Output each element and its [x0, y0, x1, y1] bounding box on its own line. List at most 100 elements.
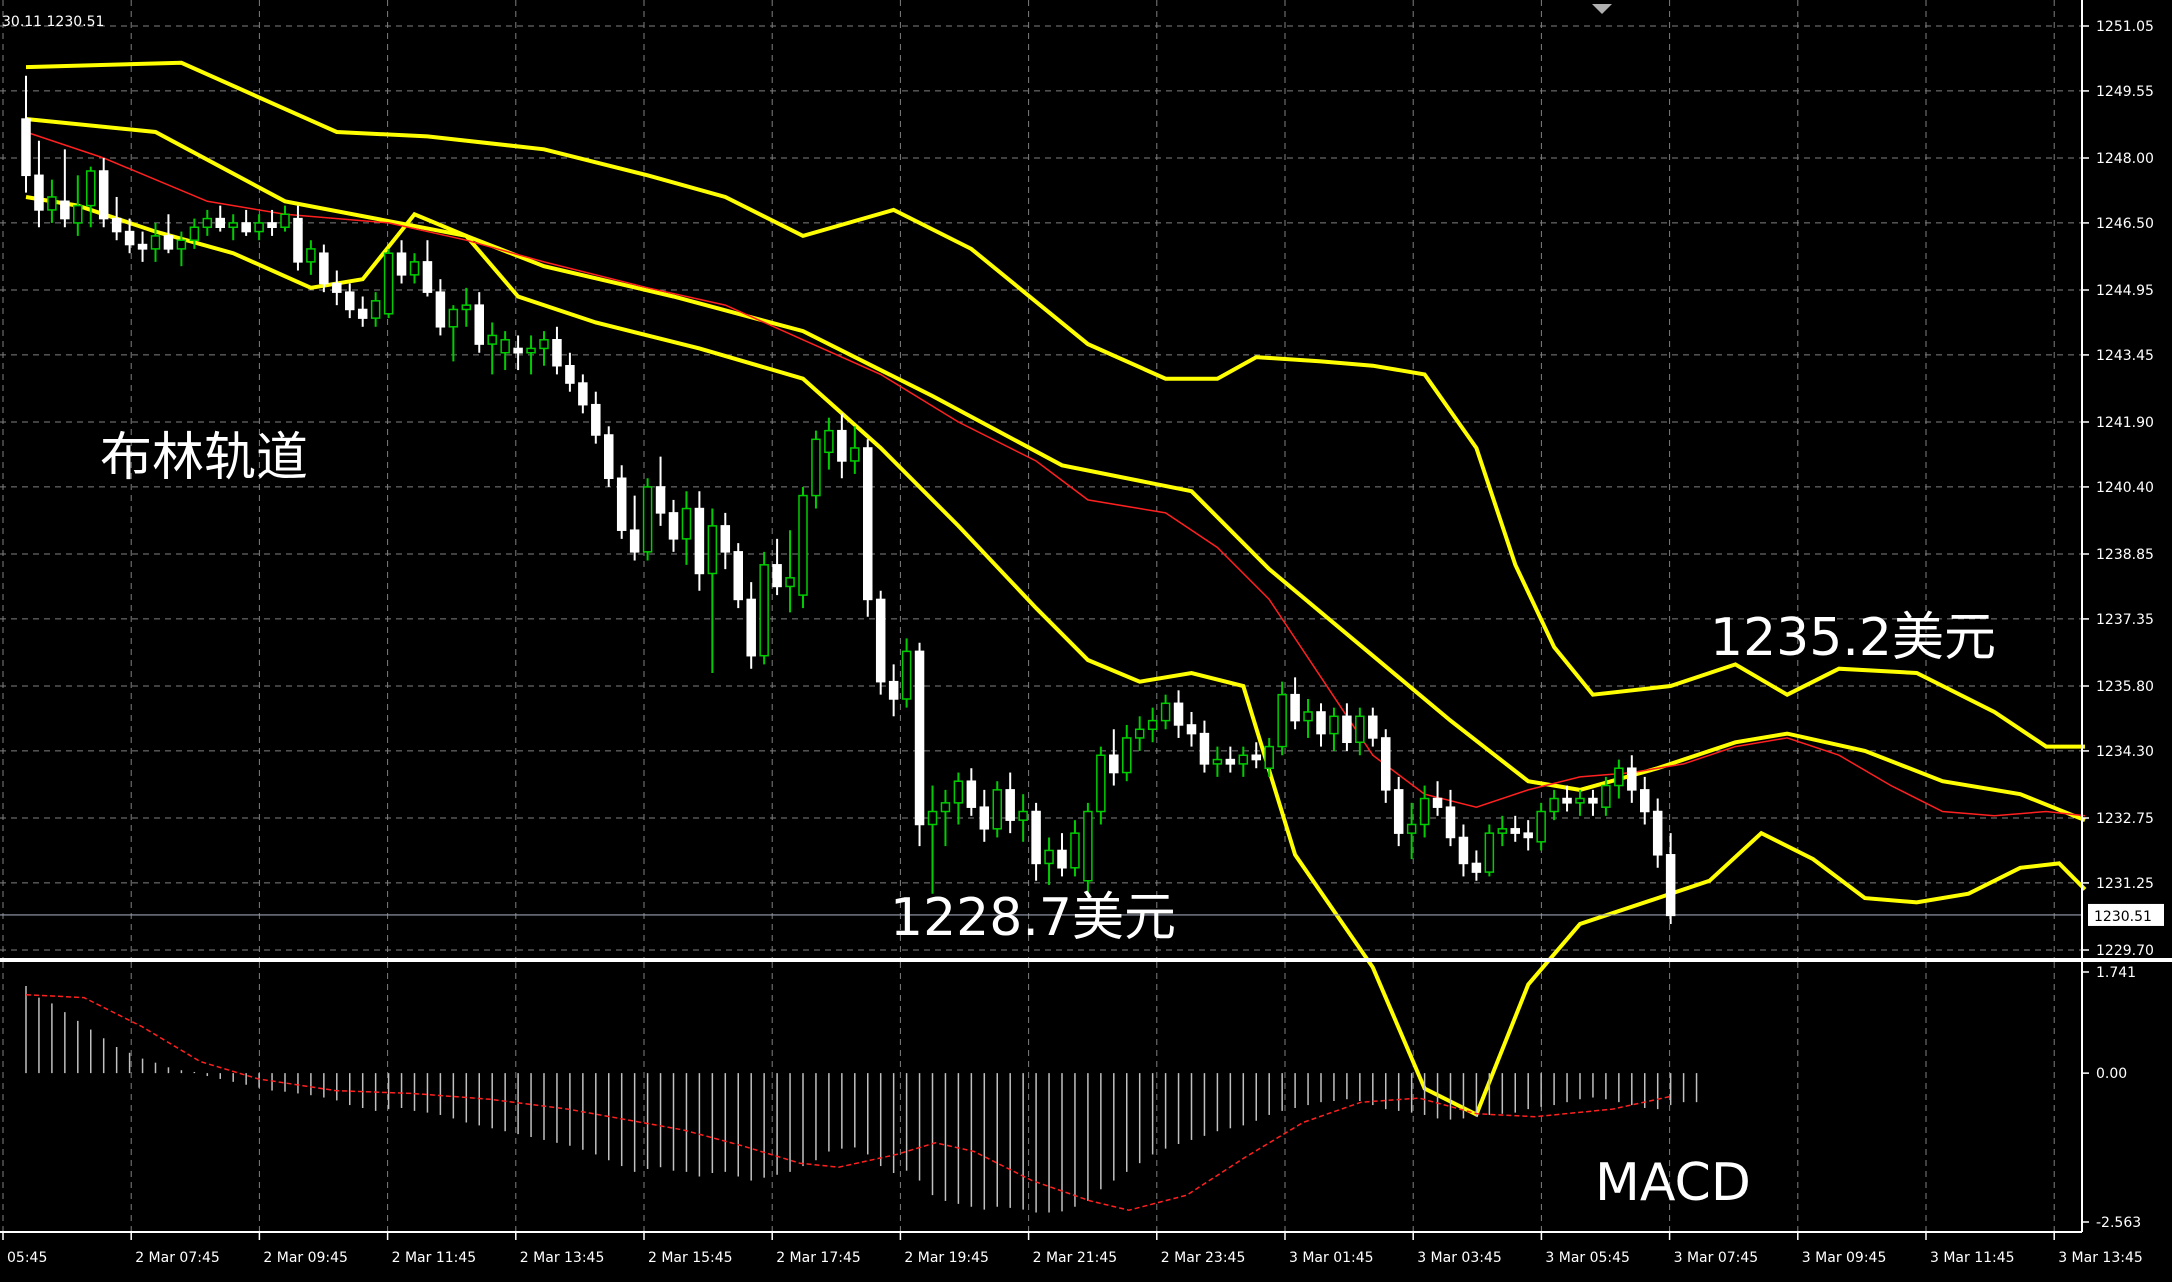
candle-body-35: [474, 304, 484, 345]
price-tick-0: 1251.05: [2096, 19, 2154, 35]
candle-body-44: [591, 403, 601, 436]
price-tick-13: 1231.25: [2096, 876, 2154, 892]
candle-body-58: [772, 564, 782, 588]
candle-body-0: [21, 118, 31, 177]
candle-body-57: [759, 564, 769, 657]
candle-body-42: [565, 364, 575, 384]
candle-body-118: [1549, 797, 1559, 813]
time-tick-11: 3 Mar 03:45: [1417, 1250, 1502, 1266]
candle-body-100: [1316, 711, 1326, 735]
candle-body-27: [370, 300, 381, 319]
candle-body-71: [940, 802, 951, 813]
candle-body-32: [435, 291, 446, 328]
candle-body-90: [1186, 724, 1197, 735]
candle-body-114: [1497, 828, 1508, 834]
candle-body-52: [694, 507, 705, 575]
candle-body-6: [98, 170, 109, 220]
candle-body-89: [1173, 702, 1184, 726]
candle-body-105: [1381, 737, 1391, 791]
time-tick-5: 2 Mar 15:45: [648, 1250, 733, 1266]
candle-body-74: [979, 806, 990, 830]
candle-body-12: [176, 239, 187, 250]
candle-body-91: [1199, 732, 1210, 765]
time-tick-13: 3 Mar 07:45: [1674, 1250, 1759, 1266]
candle-body-108: [1419, 797, 1430, 826]
candle-body-15: [215, 217, 225, 228]
price-tick-6: 1241.90: [2096, 415, 2154, 431]
price-tick-4: 1244.95: [2096, 283, 2154, 299]
candle-body-28: [383, 252, 394, 315]
candle-body-30: [409, 261, 420, 276]
time-tick-16: 3 Mar 13:45: [2058, 1250, 2143, 1266]
candle-body-40: [539, 339, 549, 350]
price-tick-14: 1229.70: [2096, 943, 2154, 959]
candle-body-82: [1083, 810, 1093, 882]
candle-body-56: [746, 598, 756, 657]
time-tick-3: 2 Mar 11:45: [392, 1250, 477, 1266]
candle-body-92: [1212, 758, 1223, 765]
time-tick-1: 2 Mar 07:45: [135, 1250, 220, 1266]
candle-body-8: [124, 230, 135, 246]
candle-body-34: [461, 304, 472, 311]
candle-body-72: [953, 780, 964, 804]
candle-body-9: [137, 243, 148, 250]
candle-body-119: [1562, 797, 1572, 804]
candle-body-10: [150, 235, 161, 250]
candle-body-124: [1627, 767, 1637, 791]
candle-body-54: [720, 525, 731, 553]
candle-body-14: [202, 217, 213, 228]
time-tick-6: 2 Mar 17:45: [776, 1250, 861, 1266]
candle-body-121: [1588, 797, 1598, 804]
time-tick-12: 3 Mar 05:45: [1545, 1250, 1630, 1266]
time-tick-4: 2 Mar 13:45: [520, 1250, 605, 1266]
price-tick-11: 1234.30: [2096, 744, 2154, 760]
candle-body-66: [875, 598, 886, 683]
ohlc-readout: 30.11 1230.51: [2, 14, 104, 30]
candle-body-26: [357, 308, 368, 319]
candle-body-99: [1303, 711, 1313, 722]
candle-body-63: [837, 429, 847, 462]
price-tick-2: 1248.00: [2096, 151, 2154, 167]
candle-body-53: [707, 525, 718, 575]
candle-body-95: [1251, 754, 1261, 761]
candle-body-76: [1005, 789, 1015, 821]
candle-body-101: [1329, 715, 1339, 735]
candle-body-41: [552, 339, 562, 367]
candle-body-93: [1225, 758, 1236, 765]
candle-body-67: [888, 680, 899, 700]
candle-body-96: [1264, 745, 1274, 769]
candle-body-17: [241, 222, 251, 233]
candle-body-25: [345, 291, 355, 311]
price-tick-8: 1238.85: [2096, 547, 2154, 563]
current-price-badge-text: 1230.51: [2094, 909, 2152, 925]
candle-body-48: [642, 486, 653, 553]
candle-body-102: [1342, 715, 1352, 744]
time-tick-10: 3 Mar 01:45: [1289, 1250, 1374, 1266]
candle-body-20: [280, 213, 290, 228]
candle-body-88: [1160, 702, 1171, 722]
time-tick-8: 2 Mar 21:45: [1033, 1250, 1118, 1266]
candle-body-1: [34, 174, 44, 211]
candle-body-75: [992, 789, 1002, 830]
candle-body-31: [422, 261, 433, 293]
candle-body-49: [655, 486, 666, 514]
candle-body-83: [1096, 754, 1106, 813]
candle-body-51: [681, 507, 692, 540]
price-tick-10: 1235.80: [2096, 679, 2154, 695]
candle-body-21: [293, 217, 303, 263]
price-tick-7: 1240.40: [2096, 480, 2154, 496]
price-tick-3: 1246.50: [2096, 216, 2154, 232]
candle-body-7: [111, 217, 122, 233]
candle-body-22: [306, 248, 316, 263]
candle-body-73: [966, 780, 977, 808]
time-tick-9: 2 Mar 23:45: [1161, 1250, 1246, 1266]
candle-body-116: [1523, 832, 1533, 839]
candle-body-29: [396, 252, 407, 276]
macd-tick-0: 1.741: [2096, 965, 2136, 981]
candle-body-109: [1432, 797, 1443, 808]
candle-body-127: [1665, 854, 1676, 917]
candle-body-50: [668, 512, 679, 540]
candle-body-81: [1070, 832, 1080, 869]
price-tick-12: 1232.75: [2096, 811, 2154, 827]
candle-body-78: [1031, 810, 1041, 865]
